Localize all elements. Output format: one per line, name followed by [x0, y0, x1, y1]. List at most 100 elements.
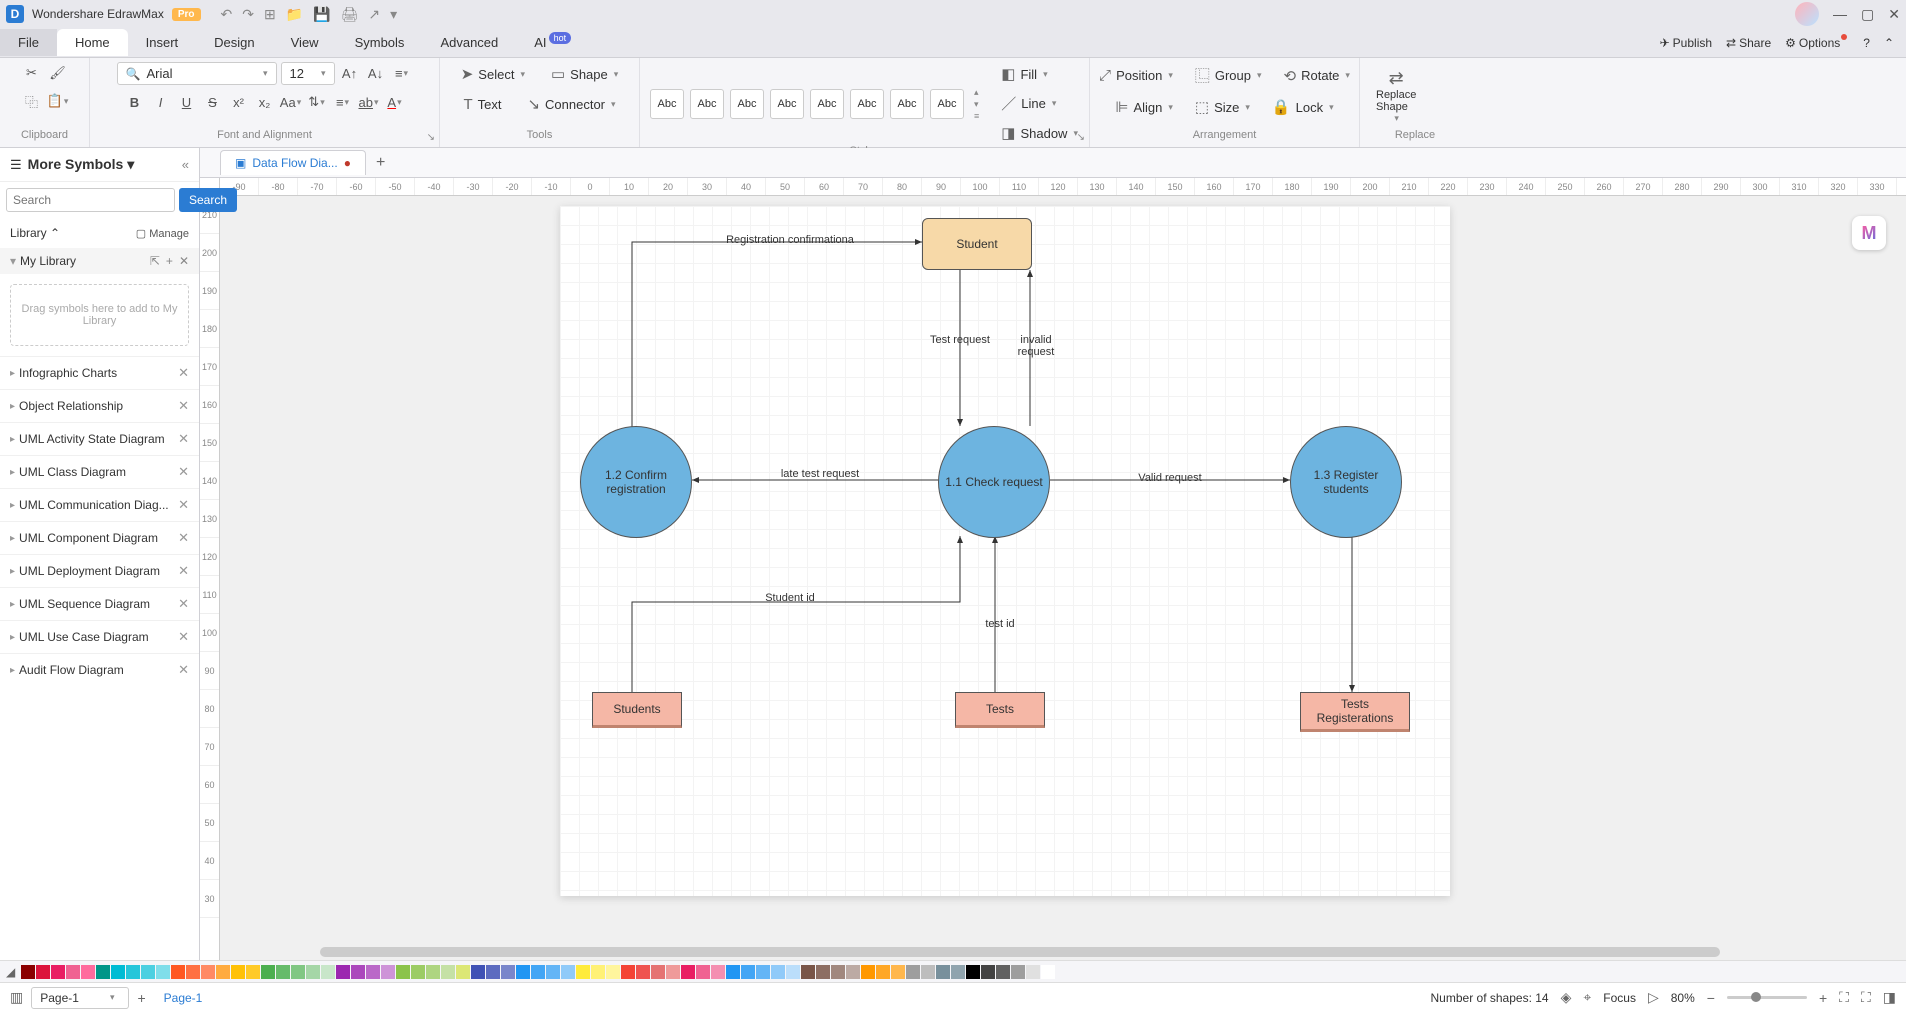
position-button[interactable]: ⤢Position▾: [1093, 64, 1179, 87]
tab-design[interactable]: Design: [196, 29, 272, 56]
color-swatch[interactable]: [861, 965, 875, 979]
replace-shape-button[interactable]: ⇄Replace Shape▾: [1370, 66, 1422, 126]
color-swatch[interactable]: [411, 965, 425, 979]
color-swatch[interactable]: [876, 965, 890, 979]
add-page-icon[interactable]: +: [137, 990, 145, 1006]
rotate-button[interactable]: ⟲Rotate▾: [1278, 64, 1356, 88]
symbol-category[interactable]: ▸Infographic Charts✕: [0, 356, 199, 389]
cut-icon[interactable]: ✂: [21, 62, 43, 84]
superscript-icon[interactable]: x²: [228, 91, 250, 113]
style-preset[interactable]: Abc: [850, 89, 884, 119]
color-swatch[interactable]: [171, 965, 185, 979]
tab-file[interactable]: File: [0, 29, 57, 56]
maximize-icon[interactable]: ▢: [1861, 6, 1874, 23]
line-button[interactable]: ／Line▾: [995, 90, 1084, 117]
color-swatch[interactable]: [606, 965, 620, 979]
color-swatch[interactable]: [816, 965, 830, 979]
color-swatch[interactable]: [486, 965, 500, 979]
close-category-icon[interactable]: ✕: [178, 365, 189, 381]
color-swatch[interactable]: [561, 965, 575, 979]
publish-button[interactable]: ✈ Publish: [1660, 36, 1712, 50]
save-icon[interactable]: 💾: [313, 6, 330, 23]
color-swatch[interactable]: [891, 965, 905, 979]
color-swatch[interactable]: [426, 965, 440, 979]
color-swatch[interactable]: [321, 965, 335, 979]
symbol-category[interactable]: ▸UML Use Case Diagram✕: [0, 620, 199, 653]
print-icon[interactable]: 🖨: [341, 6, 359, 23]
align-icon[interactable]: ≡▾: [391, 63, 413, 85]
library-toggle[interactable]: Library ⌃: [10, 226, 136, 240]
color-swatch[interactable]: [591, 965, 605, 979]
symbol-category[interactable]: ▸UML Activity State Diagram✕: [0, 422, 199, 455]
zoom-in-icon[interactable]: +: [1819, 990, 1827, 1006]
new-icon[interactable]: ⊞: [264, 6, 276, 23]
style-preset[interactable]: Abc: [690, 89, 724, 119]
decrease-font-icon[interactable]: A↓: [365, 63, 387, 85]
fill-button[interactable]: ◧Fill▾: [995, 62, 1084, 86]
fit-page-icon[interactable]: ⛶: [1839, 989, 1849, 1006]
redo-icon[interactable]: ↷: [242, 6, 254, 23]
font-dialog-icon[interactable]: ↘: [427, 132, 435, 143]
shape-tool[interactable]: ▭Shape▾: [545, 62, 624, 86]
styles-dialog-icon[interactable]: ↘: [1077, 132, 1085, 143]
color-swatch[interactable]: [696, 965, 710, 979]
page[interactable]: Student 1.2 Confirm registration 1.1 Che…: [560, 206, 1450, 896]
color-swatch[interactable]: [441, 965, 455, 979]
select-tool[interactable]: ➤Select▾: [455, 62, 531, 86]
color-swatch[interactable]: [936, 965, 950, 979]
export-icon[interactable]: ↗: [368, 6, 380, 23]
tab-insert[interactable]: Insert: [128, 29, 197, 56]
color-swatch[interactable]: [531, 965, 545, 979]
mylib-close-icon[interactable]: ✕: [179, 254, 189, 268]
font-color-icon[interactable]: A▾: [384, 91, 406, 113]
case-icon[interactable]: Aa▾: [280, 91, 302, 113]
align-button[interactable]: ⊫Align▾: [1109, 95, 1179, 119]
layers-icon[interactable]: ◈: [1561, 989, 1572, 1006]
my-library-label[interactable]: My Library: [20, 254, 144, 268]
datastore-registrations[interactable]: Tests Registerations: [1300, 692, 1410, 732]
color-swatch[interactable]: [966, 965, 980, 979]
style-preset[interactable]: Abc: [770, 89, 804, 119]
manage-library-button[interactable]: ▢ Manage: [136, 227, 189, 240]
color-swatch[interactable]: [276, 965, 290, 979]
color-swatch[interactable]: [666, 965, 680, 979]
entity-student[interactable]: Student: [922, 218, 1032, 270]
symbol-category[interactable]: ▸UML Sequence Diagram✕: [0, 587, 199, 620]
underline-icon[interactable]: U: [176, 91, 198, 113]
subscript-icon[interactable]: x₂: [254, 91, 276, 113]
close-category-icon[interactable]: ✕: [178, 629, 189, 645]
color-swatch[interactable]: [201, 965, 215, 979]
size-button[interactable]: ⬚Size▾: [1189, 95, 1256, 119]
close-category-icon[interactable]: ✕: [178, 431, 189, 447]
tab-home[interactable]: Home: [57, 29, 128, 56]
color-swatch[interactable]: [996, 965, 1010, 979]
mylib-add-icon[interactable]: +: [166, 254, 173, 268]
color-swatch[interactable]: [126, 965, 140, 979]
color-swatch[interactable]: [501, 965, 515, 979]
mylib-caret-icon[interactable]: ▾: [10, 254, 16, 268]
eyedropper-icon[interactable]: ◢: [6, 965, 20, 979]
style-gallery[interactable]: AbcAbcAbcAbcAbcAbcAbcAbc: [650, 89, 964, 119]
font-size-select[interactable]: 12▾: [281, 62, 335, 85]
color-swatch[interactable]: [111, 965, 125, 979]
minimize-icon[interactable]: —: [1833, 6, 1847, 22]
color-swatch[interactable]: [831, 965, 845, 979]
bold-icon[interactable]: B: [124, 91, 146, 113]
group-button[interactable]: ⿺Group▾: [1189, 62, 1268, 89]
color-swatch[interactable]: [981, 965, 995, 979]
color-swatch[interactable]: [261, 965, 275, 979]
color-swatch[interactable]: [186, 965, 200, 979]
qat-more-icon[interactable]: ▾: [390, 6, 397, 23]
page-tab-1[interactable]: Page-1: [154, 988, 213, 1008]
color-swatch[interactable]: [516, 965, 530, 979]
color-swatch[interactable]: [51, 965, 65, 979]
symbol-category[interactable]: ▸UML Component Diagram✕: [0, 521, 199, 554]
help-icon[interactable]: ?: [1863, 36, 1870, 50]
color-swatch[interactable]: [21, 965, 35, 979]
tab-advanced[interactable]: Advanced: [422, 29, 516, 56]
copy-icon[interactable]: ⿻: [21, 90, 43, 112]
close-category-icon[interactable]: ✕: [178, 596, 189, 612]
color-swatch[interactable]: [351, 965, 365, 979]
list-icon[interactable]: ≡▾: [332, 91, 354, 113]
color-swatch[interactable]: [81, 965, 95, 979]
